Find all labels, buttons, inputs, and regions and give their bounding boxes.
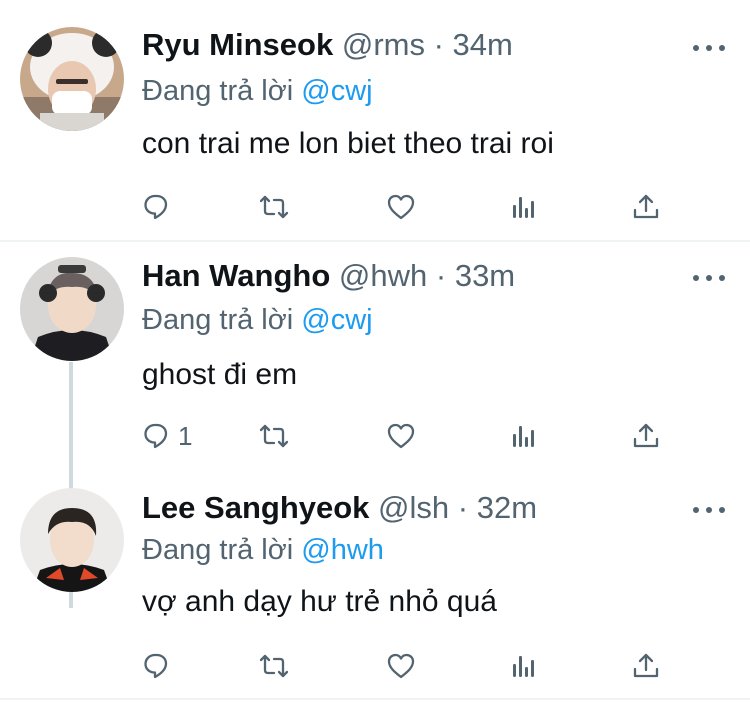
user-handle[interactable]: @hwh bbox=[339, 258, 427, 293]
tweet-text: con trai me lon biet theo trai roi bbox=[142, 127, 554, 160]
replying-to-label: Đang trả lời bbox=[142, 534, 294, 566]
share-icon bbox=[633, 194, 659, 219]
separator: · bbox=[435, 258, 447, 293]
timestamp[interactable]: 34m bbox=[453, 27, 513, 62]
separator: · bbox=[433, 27, 444, 62]
replying-to: Đang trả lời @hwh bbox=[142, 531, 384, 569]
tweet-text: vợ anh dạy hư trẻ nhỏ quá bbox=[142, 585, 497, 618]
like-icon bbox=[387, 423, 415, 449]
tweet-actions bbox=[142, 190, 682, 224]
tweet[interactable]: Ryu Minseok @rms · 34m Đang trả lời @cwj… bbox=[0, 0, 750, 240]
avatar[interactable] bbox=[20, 488, 124, 592]
reply-count: 1 bbox=[178, 421, 193, 451]
more-icon[interactable] bbox=[692, 42, 726, 54]
replying-to: Đang trả lời @cwj bbox=[142, 301, 373, 339]
mention-link[interactable]: @cwj bbox=[301, 75, 372, 107]
avatar[interactable] bbox=[20, 257, 124, 361]
like-button[interactable] bbox=[386, 190, 416, 224]
retweet-icon bbox=[259, 195, 289, 219]
reply-button[interactable]: 1 bbox=[142, 419, 192, 453]
timestamp[interactable]: 32m bbox=[477, 490, 537, 525]
tweet-text: ghost đi em bbox=[142, 358, 298, 391]
mention-link[interactable]: @cwj bbox=[301, 304, 372, 336]
reply-button[interactable] bbox=[142, 649, 178, 683]
tweet-divider bbox=[0, 698, 750, 700]
timestamp[interactable]: 33m bbox=[455, 258, 515, 293]
replying-to-label: Đang trả lời bbox=[142, 304, 294, 336]
retweet-button[interactable] bbox=[258, 419, 290, 453]
analytics-button[interactable] bbox=[509, 419, 539, 453]
tweet-header: Lee Sanghyeok @lsh · 32m bbox=[142, 488, 537, 528]
reply-icon bbox=[144, 194, 168, 220]
more-icon[interactable] bbox=[692, 504, 726, 516]
analytics-button[interactable] bbox=[509, 190, 539, 224]
reply-button[interactable] bbox=[142, 190, 178, 224]
user-handle[interactable]: @lsh bbox=[378, 490, 449, 525]
display-name[interactable]: Ryu Minseok bbox=[142, 27, 333, 62]
mention-link[interactable]: @hwh bbox=[301, 534, 384, 566]
display-name[interactable]: Han Wangho bbox=[142, 258, 330, 293]
like-icon bbox=[387, 653, 415, 679]
avatar[interactable] bbox=[20, 27, 124, 131]
tweet-actions bbox=[142, 649, 682, 683]
replying-to-label: Đang trả lời bbox=[142, 75, 294, 107]
separator: · bbox=[457, 490, 469, 525]
replying-to: Đang trả lời @cwj bbox=[142, 72, 373, 110]
analytics-icon bbox=[513, 426, 534, 447]
tweet-actions: 1 bbox=[142, 419, 682, 453]
reply-icon bbox=[144, 653, 168, 679]
tweet-header: Ryu Minseok @rms · 34m bbox=[142, 25, 513, 65]
retweet-icon bbox=[259, 424, 289, 448]
like-button[interactable] bbox=[386, 419, 416, 453]
retweet-button[interactable] bbox=[258, 649, 290, 683]
retweet-button[interactable] bbox=[258, 190, 290, 224]
share-button[interactable] bbox=[631, 190, 661, 224]
share-icon bbox=[633, 653, 659, 678]
user-handle[interactable]: @rms bbox=[342, 27, 425, 62]
analytics-icon bbox=[513, 197, 534, 218]
reply-icon bbox=[144, 423, 168, 449]
share-button[interactable] bbox=[631, 419, 661, 453]
more-icon[interactable] bbox=[692, 272, 726, 284]
share-icon bbox=[633, 423, 659, 448]
like-icon bbox=[387, 194, 415, 220]
like-button[interactable] bbox=[386, 649, 416, 683]
tweet[interactable]: Lee Sanghyeok @lsh · 32m Đang trả lời @h… bbox=[0, 472, 750, 698]
analytics-icon bbox=[513, 656, 534, 677]
retweet-icon bbox=[259, 654, 289, 678]
tweet-header: Han Wangho @hwh · 33m bbox=[142, 256, 515, 296]
analytics-button[interactable] bbox=[509, 649, 539, 683]
share-button[interactable] bbox=[631, 649, 661, 683]
tweet[interactable]: Han Wangho @hwh · 33m Đang trả lời @cwj … bbox=[0, 242, 750, 608]
display-name[interactable]: Lee Sanghyeok bbox=[142, 490, 369, 525]
